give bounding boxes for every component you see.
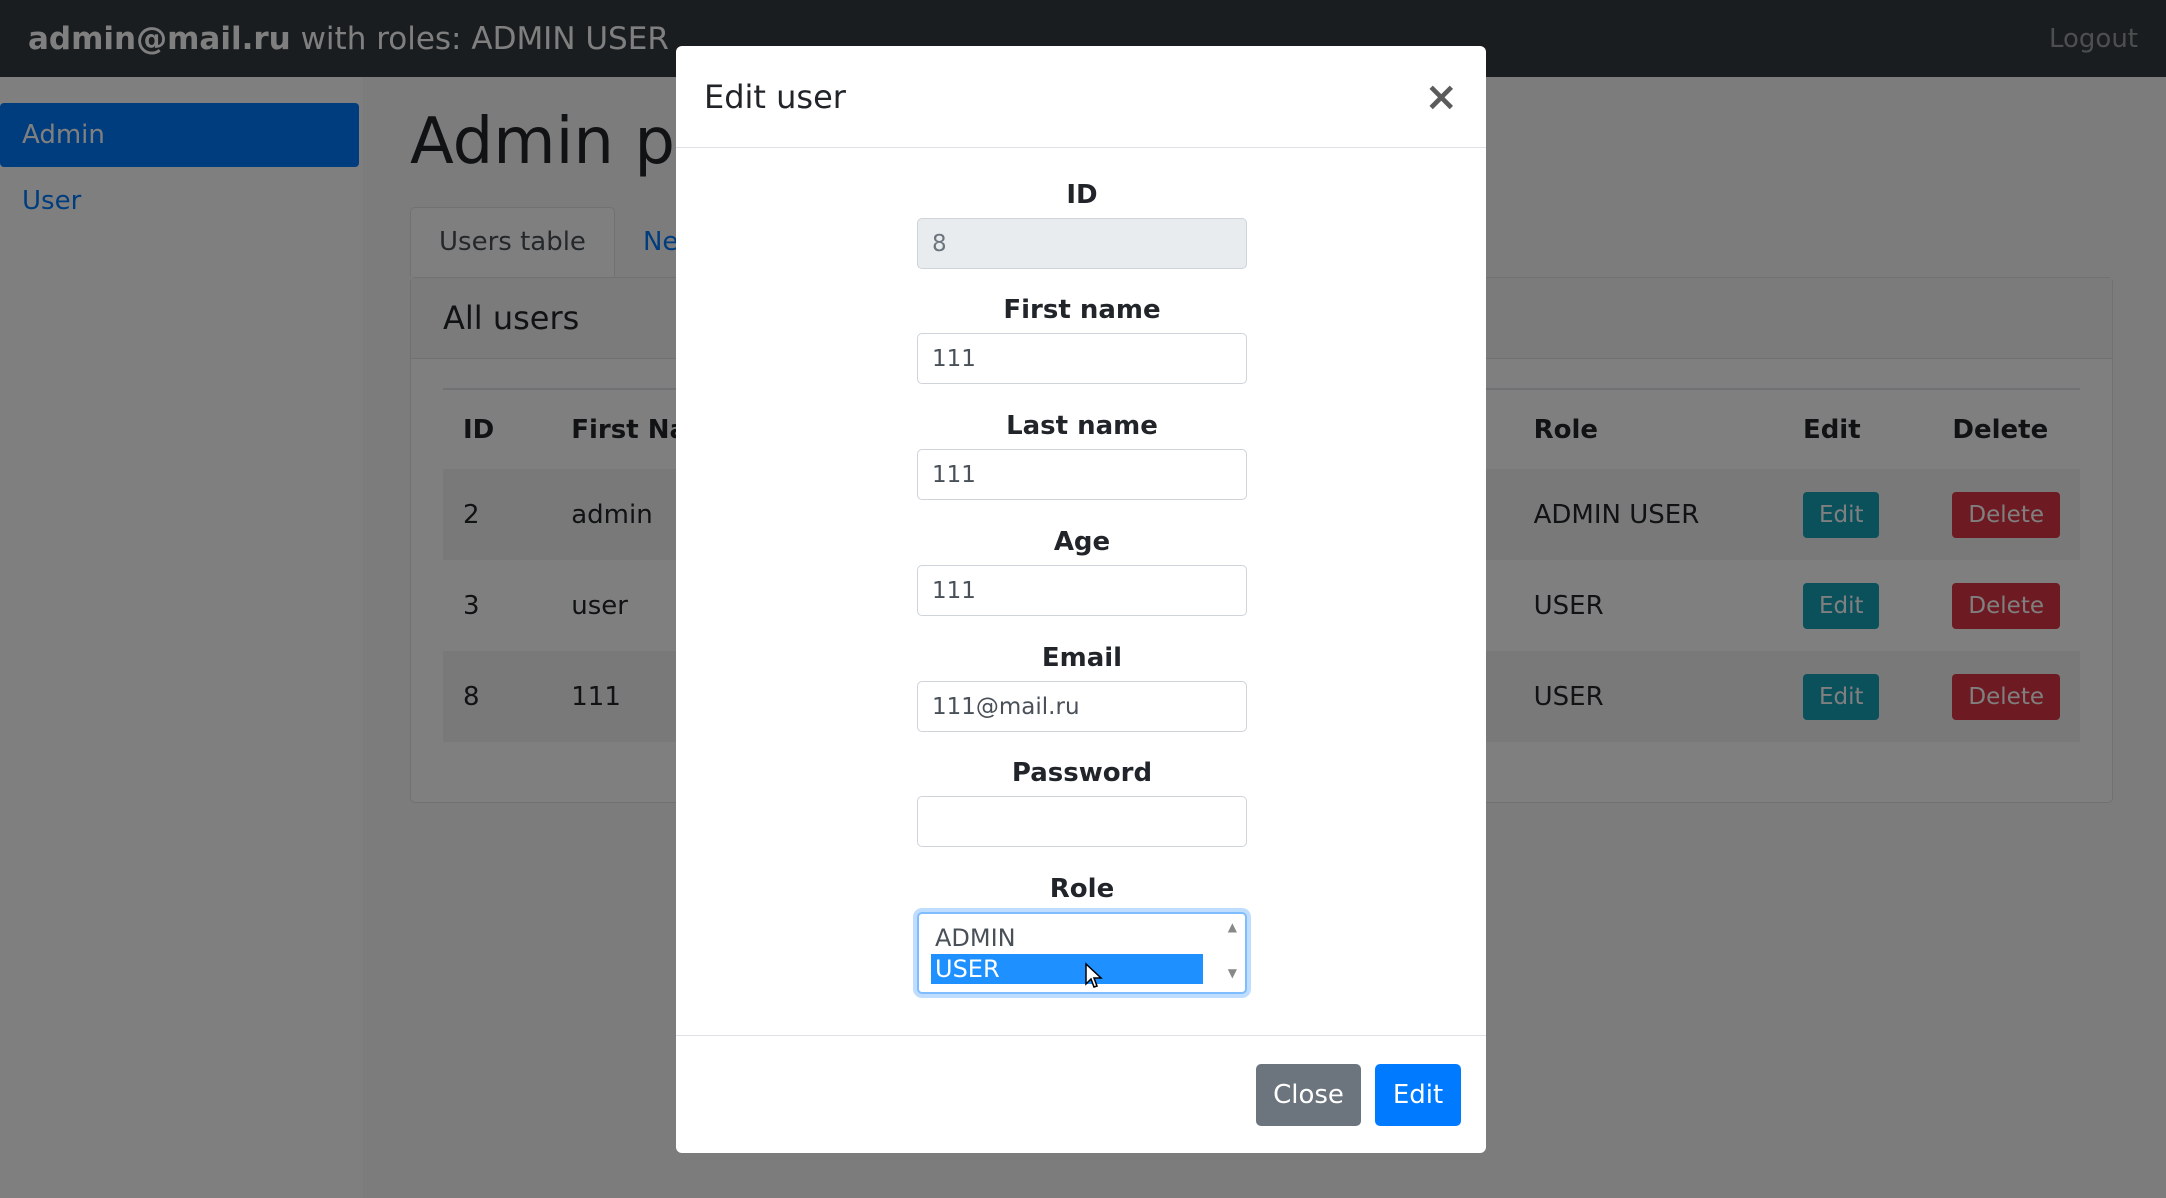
age-field[interactable] (917, 565, 1247, 616)
role-field-group: Role ADMIN USER ▲ ▼ (917, 872, 1247, 994)
age-field-group: Age (917, 525, 1247, 616)
last-name-field[interactable] (917, 449, 1247, 500)
mouse-cursor-icon (1085, 962, 1103, 988)
modal-footer: Close Edit (676, 1035, 1486, 1153)
age-label: Age (1053, 527, 1111, 557)
role-select[interactable]: ADMIN USER ▲ ▼ (917, 912, 1247, 994)
edit-submit-button[interactable]: Edit (1375, 1064, 1461, 1126)
first-name-label: First name (1003, 295, 1161, 325)
close-icon[interactable]: × (1424, 77, 1458, 117)
email-field-group: Email (917, 641, 1247, 732)
password-field-group: Password (917, 756, 1247, 847)
password-field[interactable] (917, 796, 1247, 847)
role-option-admin[interactable]: ADMIN (931, 923, 1203, 953)
first-name-field[interactable] (917, 333, 1247, 384)
edit-user-modal: Edit user × ID First name Last name Age … (676, 46, 1486, 1153)
email-label: Email (1041, 643, 1123, 673)
first-name-field-group: First name (917, 293, 1247, 384)
modal-header: Edit user × (676, 46, 1486, 148)
id-label: ID (1066, 180, 1098, 210)
id-field (917, 218, 1247, 269)
role-label: Role (1049, 874, 1115, 904)
modal-title: Edit user (704, 77, 846, 116)
scroll-up-arrow-icon[interactable]: ▲ (1228, 920, 1237, 934)
id-field-group: ID (917, 178, 1247, 269)
last-name-field-group: Last name (917, 409, 1247, 500)
email-field[interactable] (917, 681, 1247, 732)
last-name-label: Last name (1006, 411, 1158, 441)
password-label: Password (1011, 758, 1153, 788)
role-option-user[interactable]: USER (931, 954, 1203, 984)
scroll-down-arrow-icon[interactable]: ▼ (1228, 966, 1237, 980)
close-button[interactable]: Close (1256, 1064, 1361, 1126)
